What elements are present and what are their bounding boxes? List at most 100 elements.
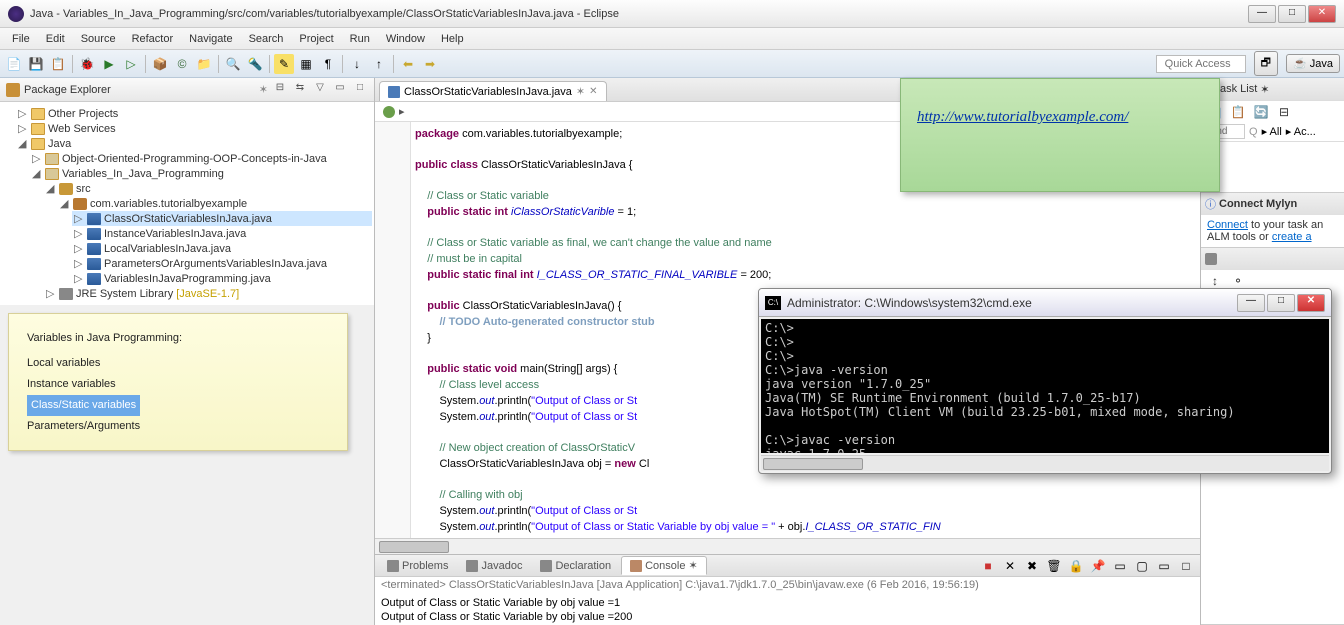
cmd-titlebar[interactable]: C:\ Administrator: C:\Windows\system32\c… [759, 289, 1331, 317]
menu-run[interactable]: Run [342, 31, 378, 47]
tree-java-workingset[interactable]: ◢Java [16, 136, 372, 151]
view-menu-button[interactable]: ▽ [312, 82, 328, 98]
console-open-button[interactable]: ▢ [1132, 556, 1152, 576]
console-display-button[interactable]: ▭ [1110, 556, 1130, 576]
console-clear-button[interactable]: 🗑 [1044, 556, 1064, 576]
next-annotation-button[interactable]: ↓ [347, 54, 367, 74]
minimize-view-button[interactable]: ▭ [332, 82, 348, 98]
tree-src[interactable]: ◢src [44, 181, 372, 196]
java-perspective-button[interactable]: ☕ Java [1286, 54, 1340, 73]
menubar: File Edit Source Refactor Navigate Searc… [0, 28, 1344, 50]
package-explorer-tree[interactable]: ▷Other Projects ▷Web Services ◢Java ▷Obj… [0, 102, 374, 305]
show-whitespace-button[interactable]: ¶ [318, 54, 338, 74]
menu-edit[interactable]: Edit [38, 31, 73, 47]
tree-other-projects[interactable]: ▷Other Projects [16, 106, 372, 121]
task-filter-all[interactable]: ▸ All [1262, 125, 1282, 138]
minimize-button[interactable]: — [1248, 5, 1276, 23]
menu-source[interactable]: Source [73, 31, 124, 47]
task-collapse-button[interactable]: ⊟ [1274, 102, 1294, 122]
task-cat-button[interactable]: 📋 [1228, 102, 1248, 122]
save-all-button[interactable]: 📋 [48, 54, 68, 74]
window-titlebar: Java - Variables_In_Java_Programming/src… [0, 0, 1344, 28]
tree-package[interactable]: ◢com.variables.tutorialbyexample [58, 196, 372, 211]
cmd-window[interactable]: C:\ Administrator: C:\Windows\system32\c… [758, 288, 1332, 474]
tab-problems[interactable]: Problems [379, 558, 456, 574]
cmd-hscrollbar[interactable] [761, 455, 1329, 471]
save-button[interactable]: 💾 [26, 54, 46, 74]
new-class-button[interactable]: © [172, 54, 192, 74]
tab-console[interactable]: Console ✶ [621, 556, 707, 575]
editor-hscrollbar[interactable] [375, 538, 1200, 554]
menu-window[interactable]: Window [378, 31, 433, 47]
close-button[interactable]: ✕ [1308, 5, 1336, 23]
run-last-button[interactable]: ▷ [121, 54, 141, 74]
tree-file-local[interactable]: ▷LocalVariablesInJava.java [72, 241, 372, 256]
console-min-button[interactable]: ▭ [1154, 556, 1174, 576]
cmd-close-button[interactable]: ✕ [1297, 294, 1325, 312]
toggle-block-button[interactable]: ▦ [296, 54, 316, 74]
cmd-icon: C:\ [765, 296, 781, 310]
tutorial-url-link[interactable]: http://www.tutorialbyexample.com/ [917, 109, 1128, 125]
menu-navigate[interactable]: Navigate [181, 31, 240, 47]
debug-button[interactable]: 🐞 [77, 54, 97, 74]
eclipse-icon [8, 6, 24, 22]
menu-refactor[interactable]: Refactor [124, 31, 182, 47]
outline-header [1201, 248, 1344, 270]
link-editor-button[interactable]: ⇆ [292, 82, 308, 98]
mylyn-header: ⓘ Connect Mylyn [1201, 193, 1344, 215]
new-package-button[interactable]: 📦 [150, 54, 170, 74]
sticky-item-params: Parameters/Arguments [27, 416, 329, 437]
maximize-button[interactable]: □ [1278, 5, 1306, 23]
tree-file-classorstatic[interactable]: ▷ClassOrStaticVariablesInJava.java [72, 211, 372, 226]
console-pin-button[interactable]: 📌 [1088, 556, 1108, 576]
maximize-view-button[interactable]: □ [352, 82, 368, 98]
editor-tab-active[interactable]: ClassOrStaticVariablesInJava.java ✶ ✕ [379, 81, 607, 101]
package-explorer-icon [6, 83, 20, 97]
back-button[interactable]: ⬅ [398, 54, 418, 74]
close-tab-icon[interactable]: ✕ [589, 86, 597, 97]
tree-jre[interactable]: ▷JRE System Library [JavaSE-1.7] [44, 286, 372, 301]
task-sync-button[interactable]: 🔄 [1251, 102, 1271, 122]
javadoc-icon [466, 560, 478, 572]
console-output[interactable]: Output of Class or Static Variable by ob… [375, 593, 1200, 625]
mylyn-create-link[interactable]: create a [1272, 231, 1312, 243]
sticky-item-local: Local variables [27, 353, 329, 374]
console-terminate-button[interactable]: ■ [978, 556, 998, 576]
tab-declaration[interactable]: Declaration [532, 558, 619, 574]
open-type-button[interactable]: 🔍 [223, 54, 243, 74]
console-max-button[interactable]: □ [1176, 556, 1196, 576]
console-scrolllock-button[interactable]: 🔒 [1066, 556, 1086, 576]
package-explorer-title: Package Explorer [24, 84, 255, 96]
console-remove-button[interactable]: ✕ [1000, 556, 1020, 576]
toggle-mark-button[interactable]: ✎ [274, 54, 294, 74]
breadcrumb-icon [383, 106, 395, 118]
new-folder-button[interactable]: 📁 [194, 54, 214, 74]
cmd-output[interactable]: C:\> C:\> C:\> C:\>java -version java ve… [761, 319, 1329, 453]
cmd-minimize-button[interactable]: — [1237, 294, 1265, 312]
menu-help[interactable]: Help [433, 31, 472, 47]
menu-search[interactable]: Search [241, 31, 292, 47]
tree-file-varsprog[interactable]: ▷VariablesInJavaProgramming.java [72, 271, 372, 286]
menu-file[interactable]: File [4, 31, 38, 47]
tree-oop-project[interactable]: ▷Object-Oriented-Programming-OOP-Concept… [30, 151, 372, 166]
task-filter-activate[interactable]: ▸ Ac... [1286, 125, 1316, 138]
collapse-all-button[interactable]: ⊟ [272, 82, 288, 98]
menu-project[interactable]: Project [291, 31, 341, 47]
tab-javadoc[interactable]: Javadoc [458, 558, 530, 574]
cmd-title-text: Administrator: C:\Windows\system32\cmd.e… [787, 296, 1235, 310]
new-button[interactable]: 📄 [4, 54, 24, 74]
console-removeall-button[interactable]: ✖ [1022, 556, 1042, 576]
quick-access-input[interactable] [1156, 55, 1246, 73]
tree-file-instance[interactable]: ▷InstanceVariablesInJava.java [72, 226, 372, 241]
mylyn-connect-link[interactable]: Connect [1207, 219, 1248, 231]
forward-button[interactable]: ➡ [420, 54, 440, 74]
open-perspective-button[interactable]: 🗗 [1254, 51, 1278, 76]
run-button[interactable]: ▶ [99, 54, 119, 74]
search-button[interactable]: 🔦 [245, 54, 265, 74]
prev-annotation-button[interactable]: ↑ [369, 54, 389, 74]
tree-vars-project[interactable]: ◢Variables_In_Java_Programming [30, 166, 372, 181]
cmd-maximize-button[interactable]: □ [1267, 294, 1295, 312]
sticky-heading: Variables in Java Programming: [27, 328, 329, 349]
tree-web-services[interactable]: ▷Web Services [16, 121, 372, 136]
tree-file-params[interactable]: ▷ParametersOrArgumentsVariablesInJava.ja… [72, 256, 372, 271]
